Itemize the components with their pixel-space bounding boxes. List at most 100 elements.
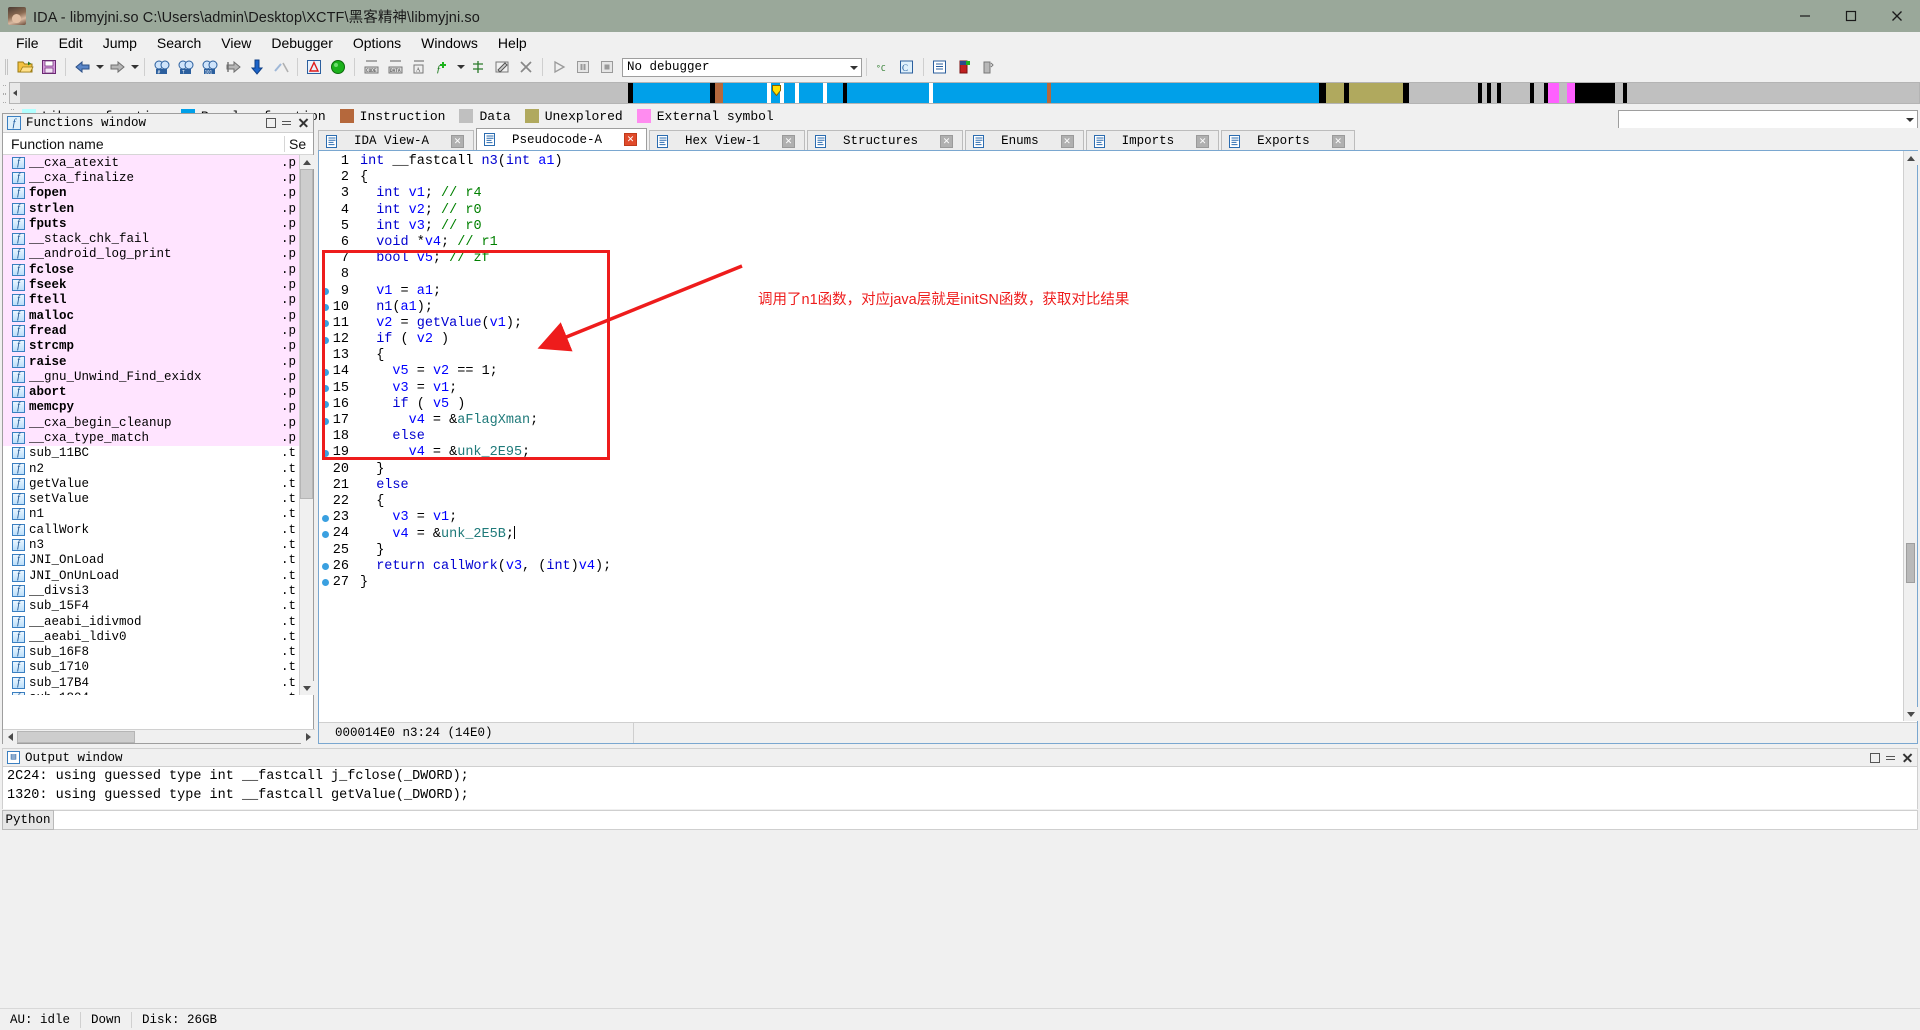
open-file-icon[interactable] (14, 56, 36, 78)
tab-exports[interactable]: Exports ✕ (1221, 130, 1355, 151)
jump-down-icon[interactable] (246, 56, 268, 78)
green-circle-icon[interactable] (327, 56, 349, 78)
pseudocode-line[interactable]: 20 } (319, 462, 1903, 478)
breakpoint-dot-icon[interactable] (319, 417, 331, 425)
close-icon[interactable]: ✕ (1331, 134, 1345, 148)
pseudocode-line[interactable]: 5 int v3; // r0 (319, 219, 1903, 235)
pseudocode-line[interactable]: 25 } (319, 543, 1903, 559)
debugger-select[interactable]: No debugger (622, 57, 862, 77)
undock-button[interactable] (266, 118, 276, 128)
function-list-row[interactable]: f fopen .p (3, 185, 313, 201)
close-icon[interactable]: ✕ (451, 134, 465, 148)
back-dropdown-icon[interactable] (94, 56, 105, 78)
scroll-thumb[interactable] (300, 169, 313, 499)
maximize-button[interactable] (1828, 0, 1874, 32)
scroll-down-button[interactable] (300, 681, 314, 695)
breakpoint-dot-icon[interactable] (319, 320, 331, 328)
column-header-function-name[interactable]: Function name (3, 135, 285, 152)
close-icon[interactable]: ✕ (940, 134, 954, 148)
function-list-row[interactable]: f n2 .t (3, 461, 313, 476)
scroll-up-button[interactable] (300, 155, 314, 169)
back-arrow-icon[interactable] (71, 56, 93, 78)
close-icon[interactable]: ✕ (624, 133, 638, 146)
pseudocode-line[interactable]: 8 (319, 267, 1903, 283)
pseudocode-code-area[interactable]: 1 int __fastcall n3(int a1) 2{3 int v1; //… (319, 151, 1903, 721)
tab-enums[interactable]: Enums ✕ (965, 130, 1084, 151)
output-log[interactable]: 2C24: using guessed type int __fastcall … (2, 767, 1918, 809)
navigation-band[interactable] (9, 82, 1920, 104)
function-list-row[interactable]: f __divsi3 .t (3, 583, 313, 598)
navband-left-arrow[interactable] (10, 83, 20, 103)
breakpoint-dot-icon[interactable] (319, 369, 331, 377)
close-button[interactable] (1874, 0, 1920, 32)
function-list-row[interactable]: f fread .p (3, 323, 313, 339)
pseudocode-line[interactable]: 3 int v1; // r4 (319, 186, 1903, 202)
menu-file[interactable]: File (6, 33, 49, 53)
edit-function-icon[interactable] (491, 56, 513, 78)
delete-function-icon[interactable] (515, 56, 537, 78)
pseudocode-line[interactable]: 1 int __fastcall n3(int a1) (319, 154, 1903, 170)
forward-dropdown-icon[interactable] (129, 56, 140, 78)
scroll-right-button[interactable] (301, 729, 315, 744)
function-list-row[interactable]: f malloc .p (3, 307, 313, 324)
close-icon[interactable]: ✕ (782, 134, 796, 148)
pseudocode-vertical-scrollbar[interactable] (1903, 151, 1918, 721)
hex-toggle-icon[interactable]: °C (872, 56, 894, 78)
function-list-row[interactable]: f __gnu_Unwind_Find_exidx .p (3, 369, 313, 385)
functions-list[interactable]: f __cxa_atexit .p f __cxa_finalize .p f fopen .p… (3, 155, 313, 695)
function-list-row[interactable]: f JNI_OnLoad .t (3, 553, 313, 568)
function-list-row[interactable]: f JNI_OnUnLoad .t (3, 568, 313, 583)
add-function-icon[interactable]: ƒ (432, 56, 454, 78)
navband-grip[interactable] (0, 82, 9, 104)
search-binary-icon[interactable]: # (150, 56, 172, 78)
pseudocode-line[interactable]: 13 { (319, 348, 1903, 364)
cli-input[interactable] (54, 810, 1918, 830)
function-list-row[interactable]: f __cxa_atexit .p (3, 155, 313, 171)
function-list-row[interactable]: f getValue .t (3, 476, 313, 491)
pseudocode-line[interactable]: 26 return callWork(v3, (int)v4); (319, 559, 1903, 575)
make-data-icon[interactable]: DATA (384, 56, 406, 78)
cli-language-button[interactable]: Python (2, 810, 54, 830)
pseudocode-line[interactable]: 7 bool v5; // zf (319, 251, 1903, 267)
scroll-thumb[interactable] (1906, 543, 1915, 583)
scroll-up-button[interactable] (1904, 151, 1918, 165)
breakpoint-dot-icon[interactable] (319, 401, 331, 409)
stack-trace-icon[interactable] (977, 56, 999, 78)
function-list-row[interactable]: f sub_17B4 .t (3, 675, 313, 690)
toolbar-grip[interactable] (3, 57, 10, 77)
pseudocode-line[interactable]: 4 int v2; // r0 (319, 203, 1903, 219)
function-list-row[interactable]: f strcmp .p (3, 338, 313, 354)
pseudocode-line[interactable]: 17 v4 = &aFlagXman; (319, 413, 1903, 429)
function-list-row[interactable]: f ftell .p (3, 292, 313, 308)
breakpoint-dot-icon[interactable] (319, 385, 331, 393)
function-list-row[interactable]: f memcpy .p (3, 399, 313, 416)
function-list-row[interactable]: f setValue .t (3, 492, 313, 507)
function-list-row[interactable]: f sub_1710 .t (3, 660, 313, 675)
function-list-row[interactable]: f sub_11BC .t (3, 446, 313, 461)
close-panel-button[interactable] (1902, 753, 1912, 763)
breakpoint-dot-icon[interactable] (319, 563, 331, 571)
search-text-icon[interactable]: T (174, 56, 196, 78)
function-list-row[interactable]: f __aeabi_ldiv0 .t (3, 629, 313, 644)
menu-help[interactable]: Help (488, 33, 537, 53)
make-array-icon[interactable]: A (408, 56, 430, 78)
breakpoint-dot-icon[interactable] (319, 288, 331, 296)
pseudocode-line[interactable]: 2{ (319, 170, 1903, 186)
breakpoint-dot-icon[interactable] (319, 530, 331, 538)
stop-icon[interactable] (596, 56, 618, 78)
function-list-row[interactable]: f __aeabi_idivmod .t (3, 614, 313, 629)
functions-horizontal-scrollbar[interactable] (3, 729, 315, 744)
undock-button[interactable] (1870, 752, 1880, 763)
pseudocode-line[interactable]: 6 void *v4; // r1 (319, 235, 1903, 251)
function-list-row[interactable]: f callWork .t (3, 522, 313, 537)
scroll-down-button[interactable] (1904, 707, 1918, 721)
function-list-row[interactable]: f n1 .t (3, 507, 313, 522)
menu-options[interactable]: Options (343, 33, 411, 53)
function-list-row[interactable]: f __android_log_print .p (3, 246, 313, 263)
pseudocode-line[interactable]: 12 if ( v2 ) (319, 332, 1903, 348)
graph-overview-icon[interactable] (303, 56, 325, 78)
function-list-row[interactable]: f raise .p (3, 353, 313, 370)
pseudocode-line[interactable]: 22 { (319, 494, 1903, 510)
menu-view[interactable]: View (211, 33, 261, 53)
no-jump-icon[interactable] (270, 56, 292, 78)
